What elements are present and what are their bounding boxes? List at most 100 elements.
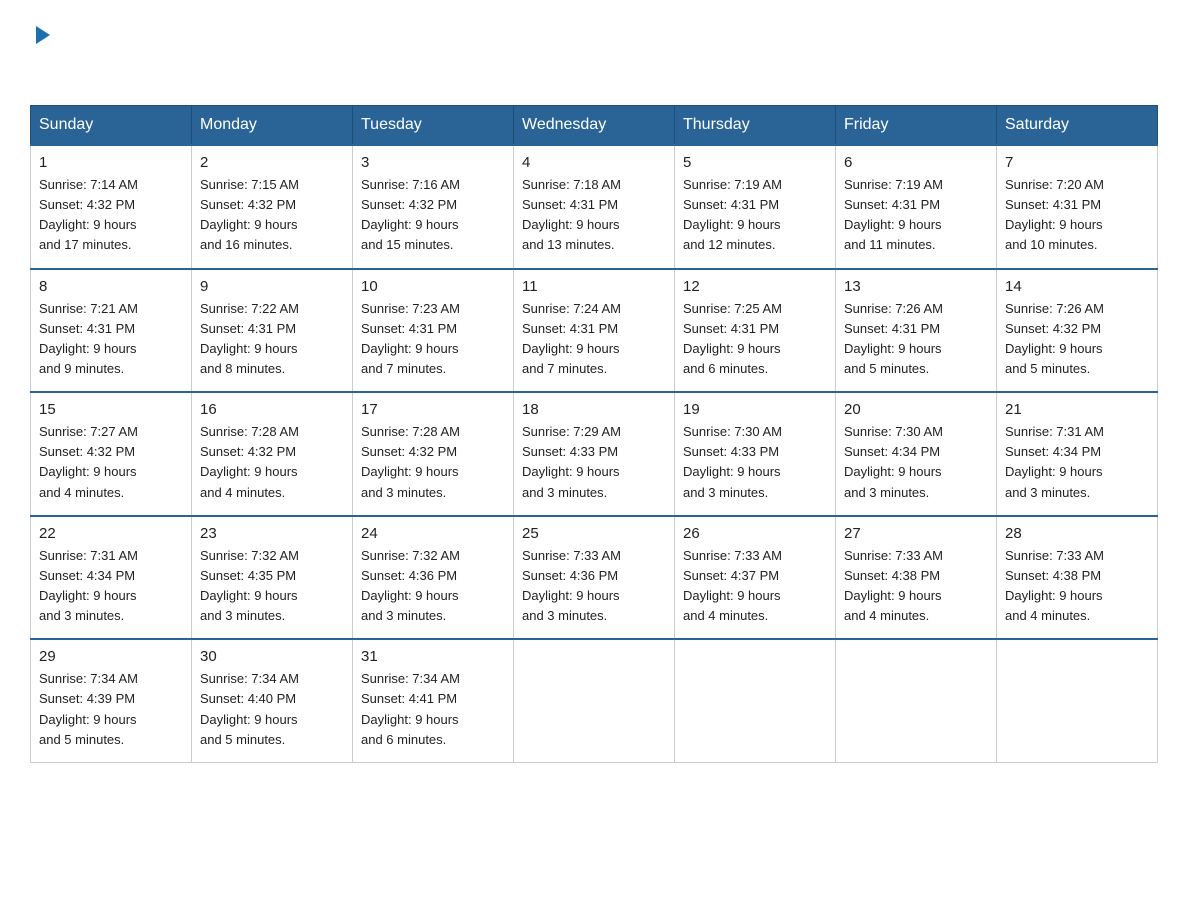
day-info: Sunrise: 7:28 AM Sunset: 4:32 PM Dayligh… [200,422,344,503]
day-info: Sunrise: 7:18 AM Sunset: 4:31 PM Dayligh… [522,175,666,256]
day-info: Sunrise: 7:19 AM Sunset: 4:31 PM Dayligh… [683,175,827,256]
day-number: 14 [1005,278,1149,295]
calendar-cell: 3 Sunrise: 7:16 AM Sunset: 4:32 PM Dayli… [353,145,514,269]
calendar-cell: 5 Sunrise: 7:19 AM Sunset: 4:31 PM Dayli… [675,145,836,269]
day-number: 10 [361,278,505,295]
day-number: 25 [522,525,666,542]
day-number: 24 [361,525,505,542]
day-number: 27 [844,525,988,542]
calendar-week-row: 8 Sunrise: 7:21 AM Sunset: 4:31 PM Dayli… [31,269,1158,393]
day-number: 1 [39,154,183,171]
day-number: 4 [522,154,666,171]
logo [30,20,54,85]
calendar-cell: 2 Sunrise: 7:15 AM Sunset: 4:32 PM Dayli… [192,145,353,269]
day-number: 19 [683,401,827,418]
calendar-table: SundayMondayTuesdayWednesdayThursdayFrid… [30,105,1158,763]
day-number: 8 [39,278,183,295]
day-number: 5 [683,154,827,171]
calendar-cell: 29 Sunrise: 7:34 AM Sunset: 4:39 PM Dayl… [31,639,192,762]
day-info: Sunrise: 7:33 AM Sunset: 4:37 PM Dayligh… [683,546,827,627]
day-number: 18 [522,401,666,418]
calendar-cell [997,639,1158,762]
calendar-cell: 17 Sunrise: 7:28 AM Sunset: 4:32 PM Dayl… [353,392,514,516]
day-info: Sunrise: 7:33 AM Sunset: 4:38 PM Dayligh… [844,546,988,627]
calendar-cell: 10 Sunrise: 7:23 AM Sunset: 4:31 PM Dayl… [353,269,514,393]
day-info: Sunrise: 7:15 AM Sunset: 4:32 PM Dayligh… [200,175,344,256]
calendar-week-row: 15 Sunrise: 7:27 AM Sunset: 4:32 PM Dayl… [31,392,1158,516]
col-header-wednesday: Wednesday [514,106,675,146]
day-info: Sunrise: 7:24 AM Sunset: 4:31 PM Dayligh… [522,299,666,380]
col-header-monday: Monday [192,106,353,146]
day-info: Sunrise: 7:28 AM Sunset: 4:32 PM Dayligh… [361,422,505,503]
calendar-cell: 16 Sunrise: 7:28 AM Sunset: 4:32 PM Dayl… [192,392,353,516]
day-info: Sunrise: 7:14 AM Sunset: 4:32 PM Dayligh… [39,175,183,256]
day-number: 11 [522,278,666,295]
day-number: 22 [39,525,183,542]
day-number: 16 [200,401,344,418]
calendar-cell: 24 Sunrise: 7:32 AM Sunset: 4:36 PM Dayl… [353,516,514,640]
calendar-cell: 26 Sunrise: 7:33 AM Sunset: 4:37 PM Dayl… [675,516,836,640]
calendar-cell: 12 Sunrise: 7:25 AM Sunset: 4:31 PM Dayl… [675,269,836,393]
day-info: Sunrise: 7:33 AM Sunset: 4:38 PM Dayligh… [1005,546,1149,627]
day-info: Sunrise: 7:34 AM Sunset: 4:40 PM Dayligh… [200,669,344,750]
day-number: 30 [200,648,344,665]
day-number: 31 [361,648,505,665]
col-header-sunday: Sunday [31,106,192,146]
day-number: 9 [200,278,344,295]
page-header [30,20,1158,85]
calendar-cell: 25 Sunrise: 7:33 AM Sunset: 4:36 PM Dayl… [514,516,675,640]
day-number: 13 [844,278,988,295]
calendar-week-row: 29 Sunrise: 7:34 AM Sunset: 4:39 PM Dayl… [31,639,1158,762]
day-info: Sunrise: 7:34 AM Sunset: 4:41 PM Dayligh… [361,669,505,750]
day-info: Sunrise: 7:19 AM Sunset: 4:31 PM Dayligh… [844,175,988,256]
calendar-cell: 19 Sunrise: 7:30 AM Sunset: 4:33 PM Dayl… [675,392,836,516]
day-info: Sunrise: 7:29 AM Sunset: 4:33 PM Dayligh… [522,422,666,503]
day-info: Sunrise: 7:21 AM Sunset: 4:31 PM Dayligh… [39,299,183,380]
day-info: Sunrise: 7:22 AM Sunset: 4:31 PM Dayligh… [200,299,344,380]
day-info: Sunrise: 7:26 AM Sunset: 4:31 PM Dayligh… [844,299,988,380]
col-header-thursday: Thursday [675,106,836,146]
calendar-cell: 28 Sunrise: 7:33 AM Sunset: 4:38 PM Dayl… [997,516,1158,640]
calendar-cell: 6 Sunrise: 7:19 AM Sunset: 4:31 PM Dayli… [836,145,997,269]
day-number: 12 [683,278,827,295]
day-info: Sunrise: 7:26 AM Sunset: 4:32 PM Dayligh… [1005,299,1149,380]
calendar-cell: 1 Sunrise: 7:14 AM Sunset: 4:32 PM Dayli… [31,145,192,269]
calendar-cell: 8 Sunrise: 7:21 AM Sunset: 4:31 PM Dayli… [31,269,192,393]
logo-arrow-icon [32,24,54,51]
calendar-cell [675,639,836,762]
day-info: Sunrise: 7:32 AM Sunset: 4:35 PM Dayligh… [200,546,344,627]
calendar-cell: 31 Sunrise: 7:34 AM Sunset: 4:41 PM Dayl… [353,639,514,762]
day-info: Sunrise: 7:30 AM Sunset: 4:33 PM Dayligh… [683,422,827,503]
day-info: Sunrise: 7:30 AM Sunset: 4:34 PM Dayligh… [844,422,988,503]
day-number: 23 [200,525,344,542]
calendar-cell: 15 Sunrise: 7:27 AM Sunset: 4:32 PM Dayl… [31,392,192,516]
day-info: Sunrise: 7:20 AM Sunset: 4:31 PM Dayligh… [1005,175,1149,256]
day-number: 28 [1005,525,1149,542]
day-info: Sunrise: 7:23 AM Sunset: 4:31 PM Dayligh… [361,299,505,380]
calendar-cell: 13 Sunrise: 7:26 AM Sunset: 4:31 PM Dayl… [836,269,997,393]
day-info: Sunrise: 7:16 AM Sunset: 4:32 PM Dayligh… [361,175,505,256]
day-info: Sunrise: 7:31 AM Sunset: 4:34 PM Dayligh… [1005,422,1149,503]
col-header-saturday: Saturday [997,106,1158,146]
day-number: 7 [1005,154,1149,171]
calendar-cell: 30 Sunrise: 7:34 AM Sunset: 4:40 PM Dayl… [192,639,353,762]
calendar-cell: 7 Sunrise: 7:20 AM Sunset: 4:31 PM Dayli… [997,145,1158,269]
day-info: Sunrise: 7:25 AM Sunset: 4:31 PM Dayligh… [683,299,827,380]
day-info: Sunrise: 7:27 AM Sunset: 4:32 PM Dayligh… [39,422,183,503]
calendar-cell: 21 Sunrise: 7:31 AM Sunset: 4:34 PM Dayl… [997,392,1158,516]
day-number: 20 [844,401,988,418]
calendar-cell: 27 Sunrise: 7:33 AM Sunset: 4:38 PM Dayl… [836,516,997,640]
day-number: 29 [39,648,183,665]
day-number: 6 [844,154,988,171]
day-info: Sunrise: 7:31 AM Sunset: 4:34 PM Dayligh… [39,546,183,627]
calendar-cell: 22 Sunrise: 7:31 AM Sunset: 4:34 PM Dayl… [31,516,192,640]
calendar-week-row: 22 Sunrise: 7:31 AM Sunset: 4:34 PM Dayl… [31,516,1158,640]
calendar-cell: 18 Sunrise: 7:29 AM Sunset: 4:33 PM Dayl… [514,392,675,516]
calendar-cell: 4 Sunrise: 7:18 AM Sunset: 4:31 PM Dayli… [514,145,675,269]
day-info: Sunrise: 7:33 AM Sunset: 4:36 PM Dayligh… [522,546,666,627]
calendar-week-row: 1 Sunrise: 7:14 AM Sunset: 4:32 PM Dayli… [31,145,1158,269]
day-info: Sunrise: 7:34 AM Sunset: 4:39 PM Dayligh… [39,669,183,750]
day-number: 17 [361,401,505,418]
calendar-cell: 9 Sunrise: 7:22 AM Sunset: 4:31 PM Dayli… [192,269,353,393]
calendar-cell [836,639,997,762]
